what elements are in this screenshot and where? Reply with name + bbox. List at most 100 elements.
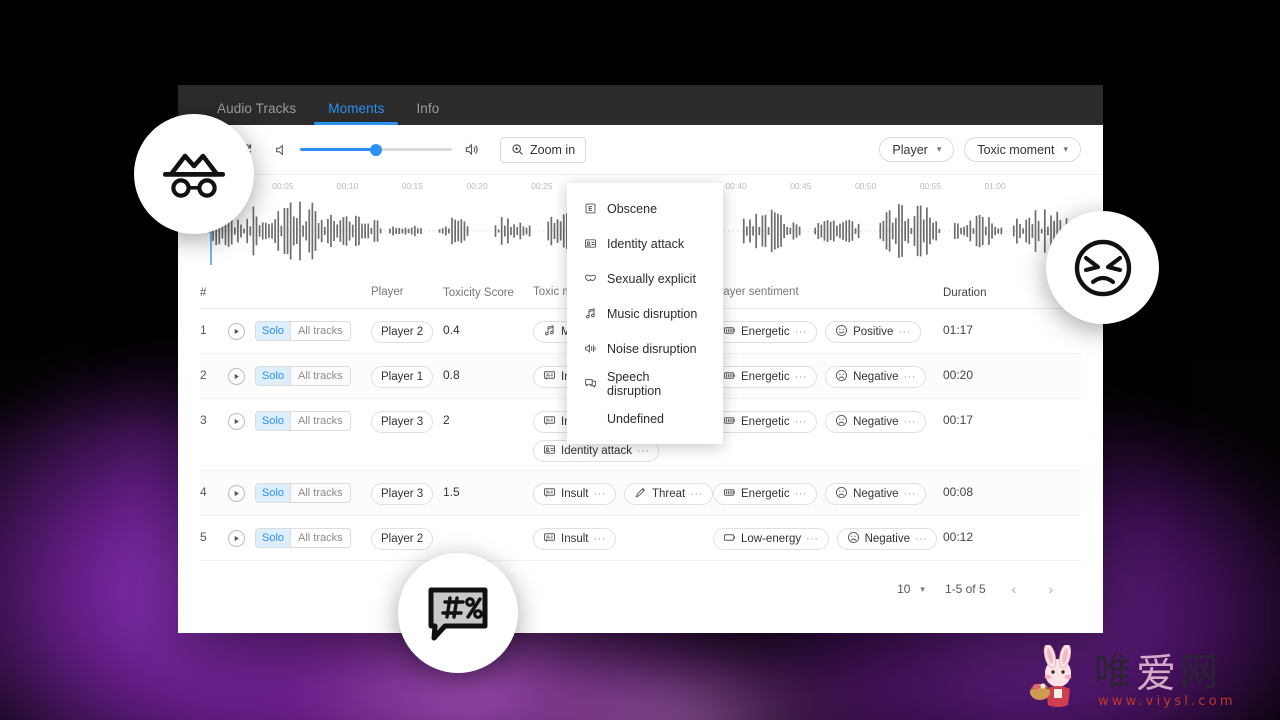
solo-button[interactable]: Solo bbox=[256, 412, 291, 430]
tag-more-icon[interactable]: ··· bbox=[594, 533, 607, 545]
rabbit-mascot-icon bbox=[1030, 643, 1072, 707]
explicit-icon bbox=[583, 202, 597, 216]
tag-insult[interactable]: Insult ··· bbox=[533, 483, 616, 505]
row-play-button[interactable] bbox=[228, 322, 245, 340]
menu-item-label: Sexually explicit bbox=[607, 271, 696, 286]
pagination-prev-button[interactable]: ‹ bbox=[1006, 581, 1023, 597]
tag-more-icon[interactable]: ··· bbox=[903, 416, 916, 428]
menu-item-music-disruption[interactable]: Music disruption bbox=[567, 296, 723, 331]
solo-all-tracks-toggle[interactable]: Solo All tracks bbox=[255, 528, 351, 548]
player-chip[interactable]: Player 3 bbox=[371, 483, 434, 505]
energy-bars-icon bbox=[723, 486, 736, 502]
tag-negative[interactable]: Negative ··· bbox=[825, 366, 926, 388]
all-tracks-button[interactable]: All tracks bbox=[290, 484, 350, 502]
solo-all-tracks-toggle[interactable]: Solo All tracks bbox=[255, 321, 351, 341]
smiley-negative-icon bbox=[836, 486, 848, 499]
row-play-button[interactable] bbox=[228, 367, 245, 385]
tag-more-icon[interactable]: ··· bbox=[806, 533, 819, 545]
id-card-icon bbox=[583, 237, 597, 251]
tag-more-icon[interactable]: ··· bbox=[690, 488, 703, 500]
explicit-icon bbox=[585, 203, 595, 214]
volume-slider[interactable] bbox=[300, 143, 452, 156]
noise-icon bbox=[584, 344, 596, 353]
tag-label: Negative bbox=[853, 371, 899, 383]
solo-button[interactable]: Solo bbox=[256, 529, 291, 547]
tag-label: Negative bbox=[853, 416, 899, 428]
music-note-icon bbox=[585, 308, 595, 319]
player-chip[interactable]: Player 3 bbox=[371, 411, 434, 433]
tag-more-icon[interactable]: ··· bbox=[594, 488, 607, 500]
solo-button[interactable]: Solo bbox=[256, 484, 291, 502]
menu-item-obscene[interactable]: Obscene bbox=[567, 191, 723, 226]
zoom-in-button[interactable]: Zoom in bbox=[500, 136, 587, 163]
solo-all-tracks-toggle[interactable]: Solo All tracks bbox=[255, 483, 351, 503]
application-window: Audio Tracks Moments Info Zoom in Player… bbox=[178, 85, 1103, 633]
row-play-button[interactable] bbox=[228, 412, 245, 430]
solo-button[interactable]: Solo bbox=[256, 367, 291, 385]
tab-info[interactable]: Info bbox=[400, 101, 455, 125]
tag-more-icon[interactable]: ··· bbox=[795, 326, 808, 338]
tag-negative[interactable]: Negative ··· bbox=[836, 528, 938, 550]
menu-item-undefined[interactable]: Undefined bbox=[567, 401, 723, 436]
volume-slider-fill bbox=[300, 148, 378, 151]
solo-all-tracks-toggle[interactable]: Solo All tracks bbox=[255, 411, 351, 431]
tag-threat[interactable]: Threat ··· bbox=[624, 483, 713, 505]
no-icon bbox=[583, 412, 597, 426]
tag-more-icon[interactable]: ··· bbox=[637, 445, 650, 457]
volume-high-button[interactable] bbox=[460, 139, 482, 161]
filter-toxic-moment-dropdown[interactable]: Toxic moment ▾ bbox=[964, 137, 1081, 162]
play-icon bbox=[234, 535, 239, 541]
pagination-next-button[interactable]: › bbox=[1042, 581, 1059, 597]
tag-positive[interactable]: Positive ··· bbox=[825, 321, 921, 343]
tag-more-icon[interactable]: ··· bbox=[795, 488, 808, 500]
player-chip[interactable]: Player 2 bbox=[371, 321, 434, 343]
row-play-button[interactable] bbox=[228, 484, 245, 502]
row-duration: 00:12 bbox=[943, 530, 974, 544]
tag-energetic[interactable]: Energetic ··· bbox=[713, 411, 818, 433]
low-energy-icon bbox=[723, 531, 736, 547]
tag-more-icon[interactable]: ··· bbox=[915, 533, 928, 545]
table-row[interactable]: 5 Solo All tracks Player 2 Insult ··· Lo… bbox=[200, 516, 1081, 561]
tag-negative[interactable]: Negative ··· bbox=[825, 483, 926, 505]
toxic-moment-menu[interactable]: Obscene Identity attack Sexually explici… bbox=[567, 183, 723, 444]
filter-player-dropdown[interactable]: Player ▾ bbox=[879, 137, 955, 162]
chevron-down-icon: ▾ bbox=[1063, 144, 1068, 154]
tag-energetic[interactable]: Energetic ··· bbox=[713, 321, 818, 343]
tag-more-icon[interactable]: ··· bbox=[898, 326, 911, 338]
all-tracks-button[interactable]: All tracks bbox=[290, 367, 350, 385]
insult-icon bbox=[543, 371, 556, 380]
player-chip[interactable]: Player 1 bbox=[371, 366, 434, 388]
row-number: 1 bbox=[200, 323, 207, 337]
menu-item-noise-disruption[interactable]: Noise disruption bbox=[567, 331, 723, 366]
tag-more-icon[interactable]: ··· bbox=[903, 371, 916, 383]
player-toolbar: Zoom in Player ▾ Toxic moment ▾ bbox=[178, 125, 1103, 175]
tab-moments[interactable]: Moments bbox=[312, 101, 400, 125]
solo-button[interactable]: Solo bbox=[256, 322, 291, 340]
insult-icon bbox=[543, 488, 556, 497]
all-tracks-button[interactable]: All tracks bbox=[290, 529, 350, 547]
menu-item-speech-disruption[interactable]: Speech disruption bbox=[567, 366, 723, 401]
all-tracks-button[interactable]: All tracks bbox=[290, 322, 350, 340]
tag-insult[interactable]: Insult ··· bbox=[533, 528, 616, 550]
all-tracks-button[interactable]: All tracks bbox=[290, 412, 350, 430]
tag-energetic[interactable]: Energetic ··· bbox=[713, 366, 818, 388]
volume-slider-knob[interactable] bbox=[370, 143, 382, 156]
menu-item-sexually-explicit[interactable]: Sexually explicit bbox=[567, 261, 723, 296]
tag-low-energy[interactable]: Low-energy ··· bbox=[713, 528, 829, 550]
volume-low-button[interactable] bbox=[270, 139, 292, 161]
menu-item-identity-attack[interactable]: Identity attack bbox=[567, 226, 723, 261]
rows-per-page-dropdown[interactable]: 10 ▾ bbox=[897, 582, 925, 596]
tag-more-icon[interactable]: ··· bbox=[795, 371, 808, 383]
row-play-button[interactable] bbox=[228, 529, 245, 547]
tag-negative[interactable]: Negative ··· bbox=[825, 411, 926, 433]
pagination-range: 1-5 of 5 bbox=[944, 582, 986, 596]
tag-more-icon[interactable]: ··· bbox=[795, 416, 808, 428]
tag-more-icon[interactable]: ··· bbox=[903, 488, 916, 500]
player-chip[interactable]: Player 2 bbox=[371, 528, 434, 550]
svg-text:唯: 唯 bbox=[1094, 650, 1132, 694]
filter-player-label: Player bbox=[892, 142, 928, 157]
tag-energetic[interactable]: Energetic ··· bbox=[713, 483, 818, 505]
table-row[interactable]: 4 Solo All tracks Player 3 1.5 Insult ··… bbox=[200, 471, 1081, 516]
timeline-tick: 00:50 bbox=[854, 181, 877, 191]
solo-all-tracks-toggle[interactable]: Solo All tracks bbox=[255, 366, 351, 386]
